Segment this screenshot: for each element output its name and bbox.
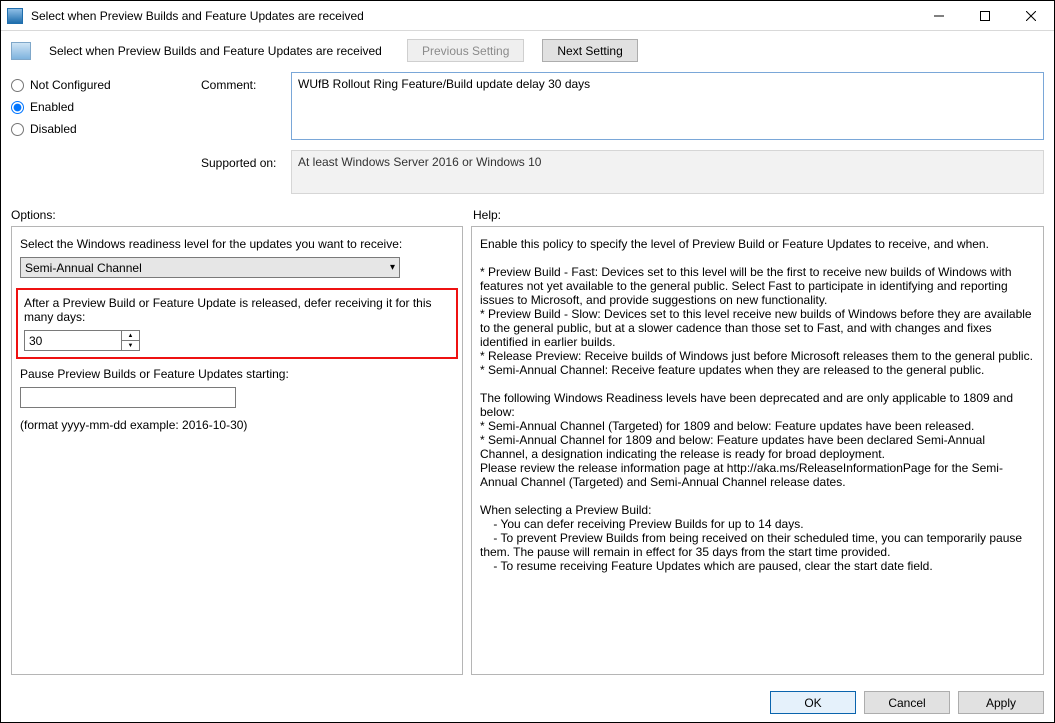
options-heading: Options: [11,208,473,222]
titlebar: Select when Preview Builds and Feature U… [1,1,1054,31]
pause-date-input[interactable] [20,387,236,408]
defer-days-input[interactable] [25,331,121,350]
maximize-button[interactable] [962,1,1008,31]
readiness-select[interactable]: Semi-Annual Channel ▾ [20,257,400,278]
defer-highlight: After a Preview Build or Feature Update … [16,288,458,359]
spin-up-icon[interactable]: ▲ [122,331,139,341]
radio-not-configured[interactable]: Not Configured [11,78,201,92]
readiness-label: Select the Windows readiness level for t… [20,237,454,251]
previous-setting-button[interactable]: Previous Setting [407,39,524,62]
radio-enabled[interactable]: Enabled [11,100,201,114]
radio-disabled[interactable]: Disabled [11,122,201,136]
defer-days-spinner[interactable]: ▲ ▼ [24,330,140,351]
minimize-button[interactable] [916,1,962,31]
chevron-down-icon: ▾ [390,262,395,273]
help-panel[interactable]: Enable this policy to specify the level … [471,226,1044,675]
policy-icon [7,8,23,24]
state-radio-group: Not Configured Enabled Disabled [11,72,201,194]
cancel-button[interactable]: Cancel [864,691,950,714]
apply-button[interactable]: Apply [958,691,1044,714]
supported-on-text: At least Windows Server 2016 or Windows … [291,150,1044,194]
pause-label: Pause Preview Builds or Feature Updates … [20,367,454,381]
policy-title: Select when Preview Builds and Feature U… [49,44,389,58]
comment-input[interactable]: WUfB Rollout Ring Feature/Build update d… [291,72,1044,140]
spin-down-icon[interactable]: ▼ [122,341,139,350]
options-panel: Select the Windows readiness level for t… [11,226,463,675]
defer-label: After a Preview Build or Feature Update … [24,296,450,324]
next-setting-button[interactable]: Next Setting [542,39,637,62]
date-format-hint: (format yyyy-mm-dd example: 2016-10-30) [20,418,454,432]
ok-button[interactable]: OK [770,691,856,714]
comment-label: Comment: [201,72,291,140]
policy-icon [11,42,31,60]
close-button[interactable] [1008,1,1054,31]
help-heading: Help: [473,208,501,222]
window-title: Select when Preview Builds and Feature U… [29,9,916,23]
supported-label: Supported on: [201,150,291,194]
